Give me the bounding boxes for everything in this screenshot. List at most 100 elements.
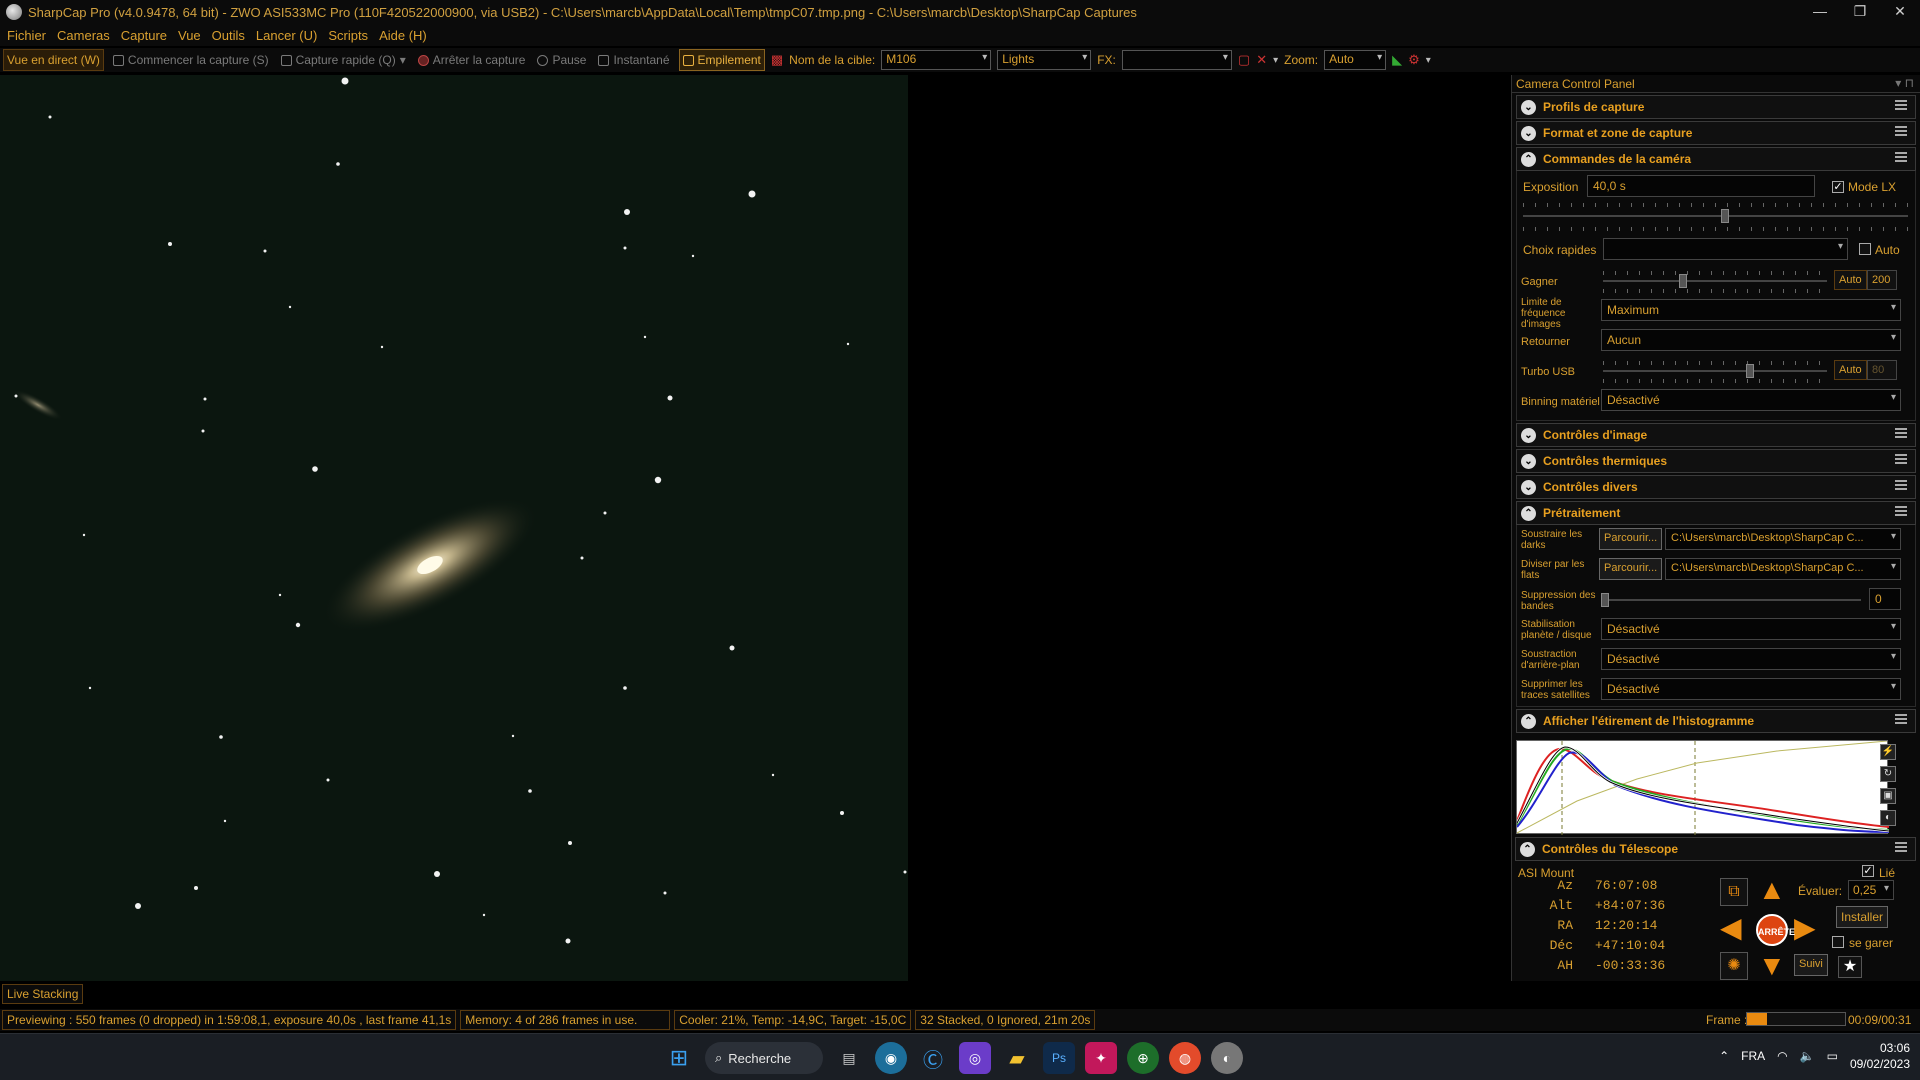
menu-help[interactable]: Aide (H) [379,28,427,43]
lightning-icon[interactable]: ⚡ [1880,744,1896,760]
zoom-combo[interactable]: Auto [1324,50,1387,70]
stacking-button[interactable]: Empilement [678,49,765,71]
gain-slider[interactable] [1603,274,1827,288]
sync-icon[interactable]: ⧉ [1720,878,1748,906]
wifi-icon[interactable]: ◠ [1777,1049,1787,1063]
snapshot-button[interactable]: Instantané [595,49,672,71]
histogram-display[interactable] [1515,740,1890,835]
quick-picks-auto-checkbox[interactable] [1859,243,1871,255]
binning-select[interactable]: Désactivé [1601,389,1901,411]
section-camera-controls[interactable]: ⌃ Commandes de la caméra [1516,147,1916,171]
tray-chevron-up-icon[interactable]: ⌃ [1719,1049,1729,1063]
tracking-button[interactable]: Suivi [1794,954,1828,976]
menu-tools[interactable]: Outils [212,28,245,43]
darks-path-select[interactable]: C:\Users\marcb\Desktop\SharpCap C... [1665,528,1901,550]
edge-icon[interactable]: ◉ [875,1042,907,1074]
arrow-up-icon[interactable]: ▲ [1758,876,1786,904]
hamburger-icon[interactable] [1895,506,1907,516]
sharpcap-icon[interactable]: ◐ [1211,1042,1243,1074]
histogram-icon[interactable]: ◣ [1392,52,1402,68]
darks-browse-button[interactable]: Parcourir... [1599,528,1663,550]
flats-browse-button[interactable]: Parcourir... [1599,558,1663,580]
hamburger-icon[interactable] [1895,100,1907,110]
image-viewer[interactable] [0,75,908,981]
hamburger-icon[interactable] [1895,842,1907,852]
ccleaner-icon[interactable]: Ⓒ [917,1042,949,1074]
settings-gear-icon[interactable]: ⚙ [1408,52,1420,68]
task-view-icon[interactable]: ▤ [833,1042,865,1074]
chrome-icon[interactable]: ◍ [1169,1042,1201,1074]
menu-view[interactable]: Vue [178,28,201,43]
exposure-input[interactable]: 40,0 s [1587,175,1815,197]
taskbar-search[interactable]: ⌕ Recherche [705,1042,823,1074]
app-green-icon[interactable]: ⊕ [1127,1042,1159,1074]
hamburger-icon[interactable] [1895,714,1907,724]
banding-slider-thumb[interactable] [1601,593,1609,607]
windows-start-icon[interactable]: ⊞ [663,1042,695,1074]
live-view-button[interactable]: Vue en direct (W) [3,49,104,71]
flip-select[interactable]: Aucun [1601,329,1901,351]
section-capture-profiles[interactable]: ⌄ Profils de capture [1516,95,1916,119]
target-name-combo[interactable]: M106 [881,50,992,70]
contrast-icon[interactable]: ◐ [1880,810,1896,826]
save-icon[interactable]: ▣ [1880,788,1896,804]
hamburger-icon[interactable] [1895,126,1907,136]
hamburger-icon[interactable] [1895,454,1907,464]
reticle-chevron-down-icon[interactable]: ▾ [1273,55,1278,66]
hamburger-icon[interactable] [1895,428,1907,438]
menu-file[interactable]: Fichier [7,28,46,43]
lx-mode-checkbox[interactable]: ✓ [1832,181,1844,193]
menu-launch[interactable]: Lancer (U) [256,28,317,43]
menu-cameras[interactable]: Cameras [57,28,110,43]
live-stacking-tab[interactable]: Live Stacking [2,984,84,1004]
usb-turbo-value[interactable]: 80 [1867,360,1897,380]
section-format-area[interactable]: ⌄ Format et zone de capture [1516,121,1916,145]
start-capture-button[interactable]: Commencer la capture (S) [110,49,272,71]
section-telescope[interactable]: ⌃ Contrôles du Télescope [1515,837,1916,861]
more-chevron-down-icon[interactable]: ▾ [1426,55,1431,66]
section-image-controls[interactable]: ⌄ Contrôles d'image [1516,423,1916,447]
usb-turbo-slider-thumb[interactable] [1745,364,1754,378]
banding-slider[interactable] [1601,593,1861,607]
reset-icon[interactable]: ↻ [1880,766,1896,782]
gain-value[interactable]: 200 [1867,270,1897,290]
volume-icon[interactable]: 🔈 [1800,1049,1815,1063]
language-indicator[interactable]: FRA [1741,1049,1765,1063]
minimize-button[interactable]: — [1800,0,1840,24]
hamburger-icon[interactable] [1895,480,1907,490]
menu-capture[interactable]: Capture [121,28,167,43]
frame-type-combo[interactable]: Lights [997,50,1092,70]
chevron-down-icon[interactable]: ▾ [400,53,406,67]
file-explorer-icon[interactable]: ▰ [1001,1042,1033,1074]
star-icon[interactable]: ★ [1838,956,1862,978]
app-red-icon[interactable]: ✦ [1085,1042,1117,1074]
stop-capture-button[interactable]: Arrêter la capture [415,49,529,71]
arrow-right-icon[interactable]: ▶ [1794,914,1816,942]
arrow-left-icon[interactable]: ◀ [1720,914,1742,942]
linked-checkbox[interactable]: ✓ [1862,865,1874,877]
section-preprocessing[interactable]: ⌃ Prétraitement [1516,501,1916,525]
hamburger-icon[interactable] [1895,152,1907,162]
gain-auto-button[interactable]: Auto [1834,270,1867,290]
stabilization-select[interactable]: Désactivé [1601,618,1901,640]
section-histogram[interactable]: ⌃ Afficher l'étirement de l'histogramme [1516,709,1916,733]
exposure-slider[interactable] [1523,209,1908,223]
reticle-square-icon[interactable]: ▢ [1238,52,1250,68]
background-subtraction-select[interactable]: Désactivé [1601,648,1901,670]
fx-combo[interactable] [1121,50,1232,70]
install-button[interactable]: Installer [1836,906,1889,928]
rate-select[interactable]: 0,25 [1848,880,1894,900]
banding-value[interactable]: 0 [1869,588,1901,610]
gain-slider-thumb[interactable] [1678,274,1687,288]
menu-scripts[interactable]: Scripts [328,28,368,43]
section-thermal-controls[interactable]: ⌄ Contrôles thermiques [1516,449,1916,473]
app-purple-icon[interactable]: ◎ [959,1042,991,1074]
satellite-trails-select[interactable]: Désactivé [1601,678,1901,700]
flats-path-select[interactable]: C:\Users\marcb\Desktop\SharpCap C... [1665,558,1901,580]
target-icon[interactable]: ✺ [1720,952,1748,980]
quick-picks-select[interactable] [1603,238,1848,260]
close-button[interactable]: ✕ [1880,0,1920,24]
arrow-down-icon[interactable]: ▼ [1758,952,1786,980]
reticle-cross-icon[interactable]: ✕ [1256,52,1267,68]
usb-auto-button[interactable]: Auto [1834,360,1867,380]
